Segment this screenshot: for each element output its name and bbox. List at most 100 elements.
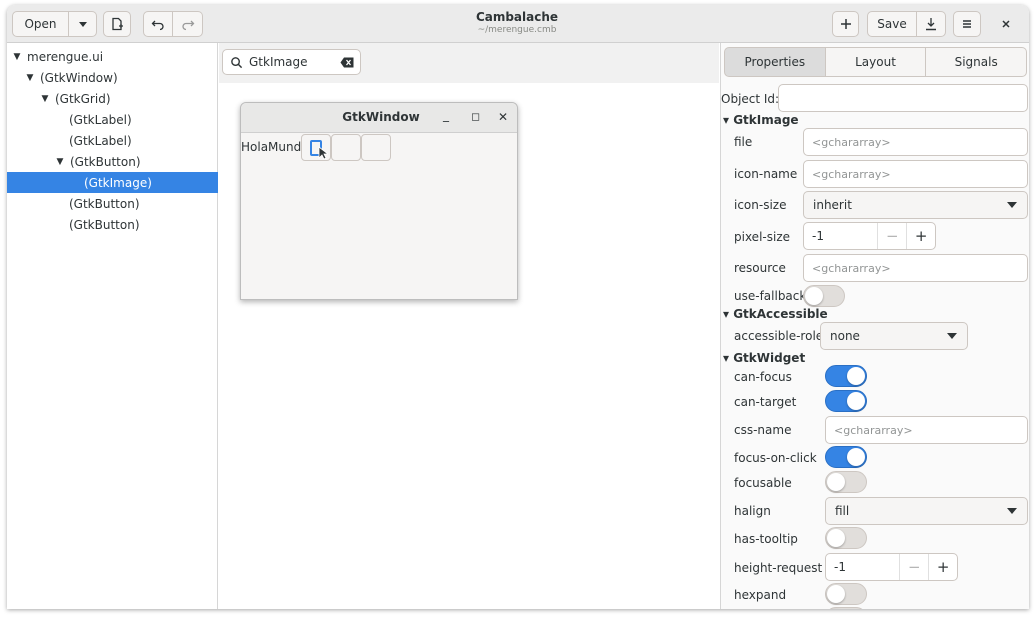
tab-signals[interactable]: Signals (926, 47, 1028, 77)
prop-label-use-fallback: use-fallback (734, 289, 807, 303)
search-icon (231, 56, 243, 68)
prop-label-file: file (734, 135, 753, 149)
dropdown-arrow-icon (947, 333, 957, 339)
spinner-increment-button[interactable]: + (906, 223, 935, 249)
open-button[interactable]: Open (12, 11, 69, 37)
switch-knob (827, 473, 845, 491)
pixel-size-spinner[interactable]: -1 − + (803, 222, 936, 250)
preview-button-selected[interactable] (301, 134, 331, 161)
spinner-value[interactable]: -1 (804, 223, 877, 249)
height-request-spinner[interactable]: -1 − + (825, 553, 958, 581)
title-block: Cambalache ~/merengue.cmb (367, 10, 667, 35)
prop-label-css-name: css-name (734, 423, 792, 437)
maximize-icon[interactable]: ◻ (471, 110, 480, 123)
prop-label-resource: resource (734, 261, 786, 275)
dropdown-value: none (830, 329, 860, 343)
download-icon (926, 18, 936, 31)
redo-button[interactable] (173, 11, 203, 37)
switch-knob (847, 367, 865, 385)
app-title: Cambalache (475, 10, 559, 24)
expander-icon[interactable]: ▼ (39, 94, 51, 104)
resource-field[interactable]: <gchararray> (803, 254, 1028, 282)
icon-name-field[interactable]: <gchararray> (803, 160, 1028, 188)
tree-item[interactable]: (GtkLabel) (7, 130, 218, 151)
tab-properties[interactable]: Properties (724, 47, 826, 77)
focusable-switch[interactable] (825, 471, 867, 493)
expander-icon[interactable]: ▼ (54, 157, 66, 167)
placeholder: <gchararray> (812, 261, 891, 275)
spinner-increment-button[interactable]: + (928, 554, 957, 580)
new-project-button[interactable] (103, 11, 131, 37)
dropdown-arrow-icon (1007, 202, 1017, 208)
prop-label-accessible-role: accessible-role (734, 329, 824, 343)
cursor-pointer-icon (318, 146, 328, 160)
preview-gtkwindow[interactable]: GtkWindow _ ◻ ✕ HolaMundo (240, 102, 518, 300)
section-gtkwidget: ▾ GtkWidget (723, 351, 806, 365)
tree-item-label: (GtkLabel) (69, 133, 132, 148)
preview-header: GtkWindow _ ◻ ✕ (241, 103, 517, 133)
clear-text-icon[interactable] (340, 57, 354, 68)
project-path: ~/merengue.cmb (477, 25, 557, 35)
preview-button[interactable] (331, 134, 361, 161)
prop-label-can-focus: can-focus (734, 370, 792, 384)
hexpand-switch[interactable] (825, 583, 867, 605)
header-bar: Open Cambalache ~/merengue.cmb Save (7, 5, 1029, 43)
chevron-down-icon (78, 22, 87, 27)
preview-button[interactable] (361, 134, 391, 161)
icon-size-dropdown[interactable]: inherit (803, 191, 1028, 219)
save-button[interactable]: Save (867, 11, 917, 37)
prop-label-pixel-size: pixel-size (734, 230, 790, 244)
dropdown-value: inherit (813, 198, 852, 212)
close-window-button[interactable] (993, 11, 1019, 37)
tree-item[interactable]: (GtkLabel) (7, 109, 218, 130)
prop-label-icon-size: icon-size (734, 198, 787, 212)
spinner-value[interactable]: -1 (826, 554, 899, 580)
undo-icon (151, 20, 164, 31)
tree-item-selected[interactable]: (GtkImage) (7, 172, 218, 193)
tree-item[interactable]: (GtkButton) (7, 193, 218, 214)
switch-knob (847, 448, 865, 466)
spinner-decrement-button[interactable]: − (899, 554, 928, 580)
tree-item[interactable]: ▼ (GtkButton) (7, 151, 218, 172)
section-gtkaccessible: ▾ GtkAccessible (723, 307, 828, 321)
open-menu-button[interactable] (69, 11, 97, 37)
use-fallback-switch[interactable] (803, 285, 845, 307)
css-name-field[interactable]: <gchararray> (825, 416, 1028, 444)
tree-item-label: (GtkLabel) (69, 112, 132, 127)
tree-item[interactable]: ▼ (GtkWindow) (7, 67, 218, 88)
open-label: Open (24, 17, 57, 31)
accessible-role-dropdown[interactable]: none (820, 322, 968, 350)
tree-item[interactable]: ▼ (GtkGrid) (7, 88, 218, 109)
file-field[interactable]: <gchararray> (803, 128, 1028, 156)
halign-dropdown[interactable]: fill (825, 497, 1028, 525)
section-title: GtkImage (733, 113, 799, 127)
has-tooltip-switch[interactable] (825, 527, 867, 549)
tree-item-label: (GtkButton) (70, 154, 141, 169)
redo-icon (181, 20, 194, 31)
new-document-icon (112, 17, 123, 31)
tree-item[interactable]: (GtkButton) (7, 214, 218, 235)
search-entry[interactable]: GtkImage (222, 49, 361, 75)
can-target-switch[interactable] (825, 390, 867, 412)
minimize-icon[interactable]: _ (443, 108, 449, 122)
main-menu-button[interactable] (953, 11, 981, 37)
object-id-field[interactable] (778, 84, 1028, 112)
tab-layout[interactable]: Layout (825, 47, 927, 77)
cambalache-window: Open Cambalache ~/merengue.cmb Save ▼ me… (7, 5, 1029, 609)
expander-icon[interactable]: ▼ (24, 73, 36, 83)
preview-label-holamundo[interactable]: HolaMundo (241, 140, 309, 154)
export-button[interactable] (917, 11, 946, 37)
tree-item[interactable]: ▼ merengue.ui (7, 46, 218, 67)
prop-label-focus-on-click: focus-on-click (734, 451, 817, 465)
partial-switch[interactable] (825, 607, 867, 609)
focus-on-click-switch[interactable] (825, 446, 867, 468)
section-gtkimage: ▾ GtkImage (723, 113, 799, 127)
spinner-decrement-button[interactable]: − (877, 223, 906, 249)
close-icon[interactable]: ✕ (498, 110, 508, 124)
undo-button[interactable] (143, 11, 173, 37)
tree-item-label: merengue.ui (27, 49, 104, 64)
expander-icon[interactable]: ▼ (11, 52, 23, 62)
can-focus-switch[interactable] (825, 365, 867, 387)
plus-icon (840, 19, 851, 29)
add-object-button[interactable] (832, 11, 859, 37)
